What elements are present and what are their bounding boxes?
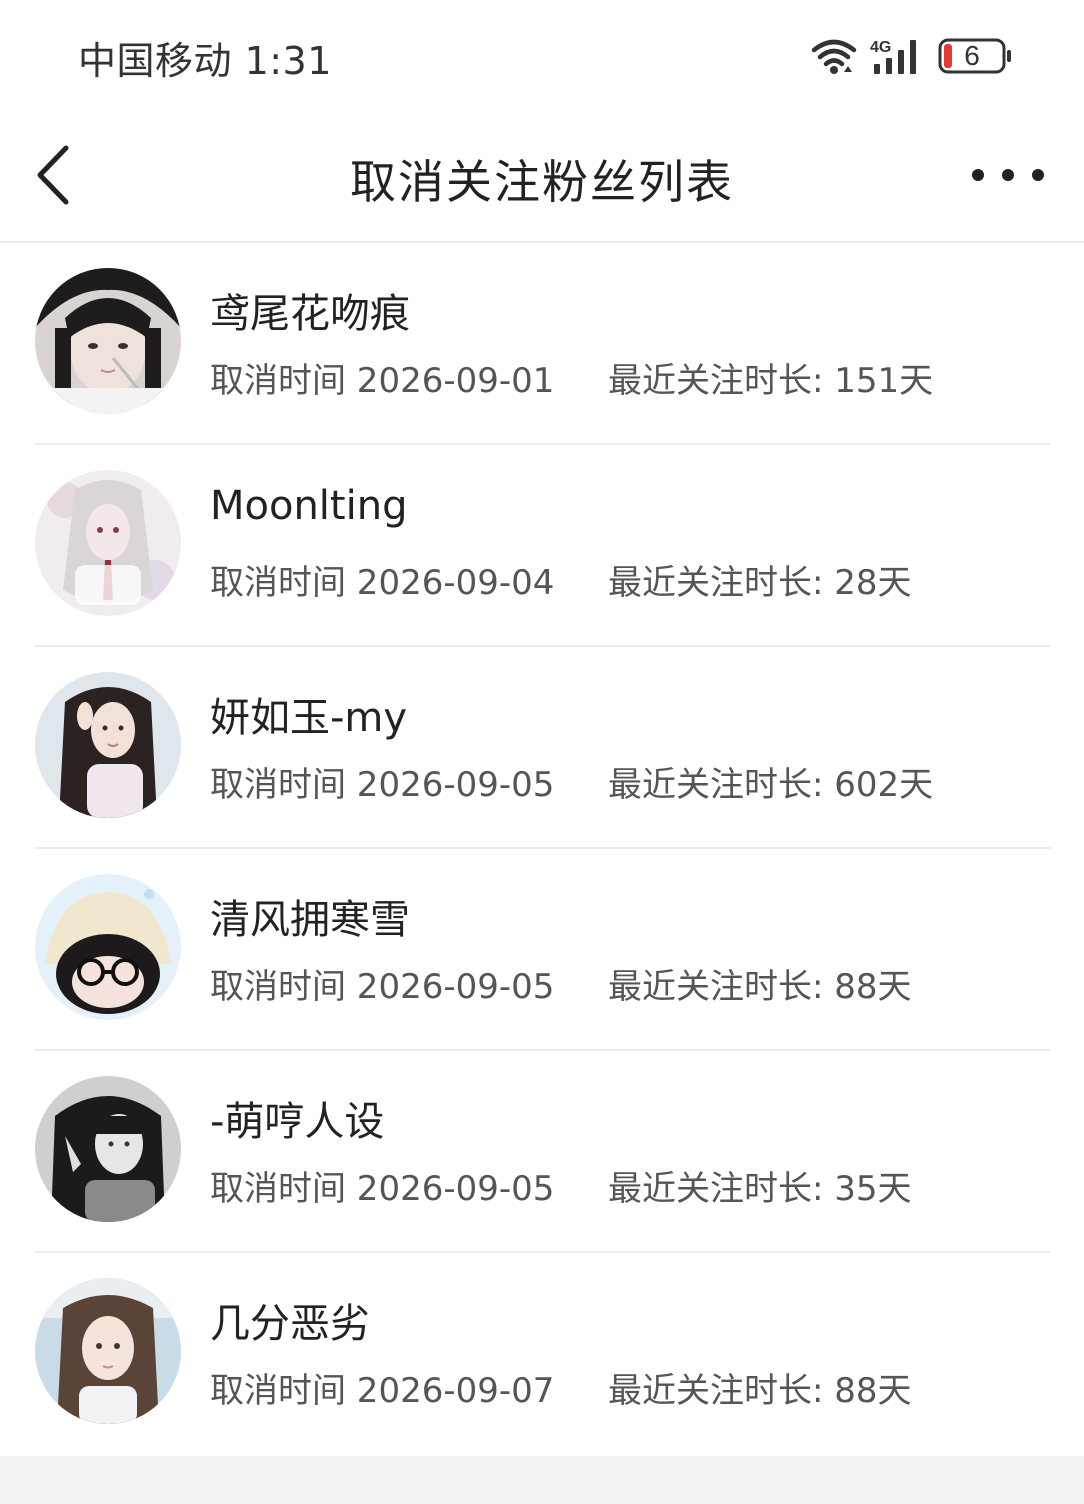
carrier-time: 中国移动 1:31 <box>78 39 332 83</box>
follow-duration: 最近关注时长: 151天 <box>608 361 934 401</box>
cancel-time: 取消时间 2026-09-01 <box>210 361 555 401</box>
more-dots-icon[interactable] <box>972 160 1044 190</box>
fan-nickname: -萌哼人设 <box>210 1099 385 1145</box>
cancel-time: 取消时间 2026-09-07 <box>210 1371 555 1411</box>
status-bar: 中国移动 1:31 4G 6 <box>0 0 1084 110</box>
cancel-time: 取消时间 2026-09-05 <box>210 765 555 805</box>
page-title: 取消关注粉丝列表 <box>350 155 734 209</box>
list-item[interactable]: 鸢尾花吻痕 取消时间 2026-09-01 最近关注时长: 151天 <box>0 243 1084 445</box>
unfollow-fans-list: 鸢尾花吻痕 取消时间 2026-09-01 最近关注时长: 151天 Moonl… <box>0 243 1084 1455</box>
network-type-label: 4G <box>870 39 891 56</box>
fan-nickname: Moonlting <box>210 483 408 529</box>
cancel-time: 取消时间 2026-09-05 <box>210 967 555 1007</box>
avatar[interactable] <box>35 874 181 1020</box>
follow-duration: 最近关注时长: 602天 <box>608 765 934 805</box>
wifi-icon <box>811 39 857 74</box>
list-item[interactable]: 几分恶劣 取消时间 2026-09-07 最近关注时长: 88天 <box>0 1253 1084 1455</box>
nav-bar: 取消关注粉丝列表 <box>0 110 1084 243</box>
fan-nickname: 妍如玉-my <box>210 695 408 741</box>
list-item[interactable]: 清风拥寒雪 取消时间 2026-09-05 最近关注时长: 88天 <box>0 849 1084 1051</box>
signal-icon: 4G <box>870 39 916 74</box>
status-icons: 4G 6 <box>810 34 1012 78</box>
avatar[interactable] <box>35 1278 181 1424</box>
list-item[interactable]: -萌哼人设 取消时间 2026-09-05 最近关注时长: 35天 <box>0 1051 1084 1253</box>
follow-duration: 最近关注时长: 35天 <box>608 1169 912 1209</box>
follow-duration: 最近关注时长: 88天 <box>608 967 912 1007</box>
cancel-time: 取消时间 2026-09-04 <box>210 563 555 603</box>
app-screen: 中国移动 1:31 4G 6 取消关注粉丝列表 鸢尾花吻痕 取消时间 2026-… <box>0 0 1084 1456</box>
cancel-time: 取消时间 2026-09-05 <box>210 1169 555 1209</box>
avatar[interactable] <box>35 1076 181 1222</box>
avatar[interactable] <box>35 672 181 818</box>
list-item[interactable]: Moonlting 取消时间 2026-09-04 最近关注时长: 28天 <box>0 445 1084 647</box>
avatar[interactable] <box>35 470 181 616</box>
battery-level: 6 <box>964 40 980 71</box>
battery-icon: 6 <box>938 36 1012 76</box>
follow-duration: 最近关注时长: 88天 <box>608 1371 912 1411</box>
fan-nickname: 清风拥寒雪 <box>210 897 410 943</box>
follow-duration: 最近关注时长: 28天 <box>608 563 912 603</box>
fan-nickname: 几分恶劣 <box>210 1301 370 1347</box>
fan-nickname: 鸢尾花吻痕 <box>210 291 410 337</box>
list-item[interactable]: 妍如玉-my 取消时间 2026-09-05 最近关注时长: 602天 <box>0 647 1084 849</box>
avatar[interactable] <box>35 268 181 414</box>
